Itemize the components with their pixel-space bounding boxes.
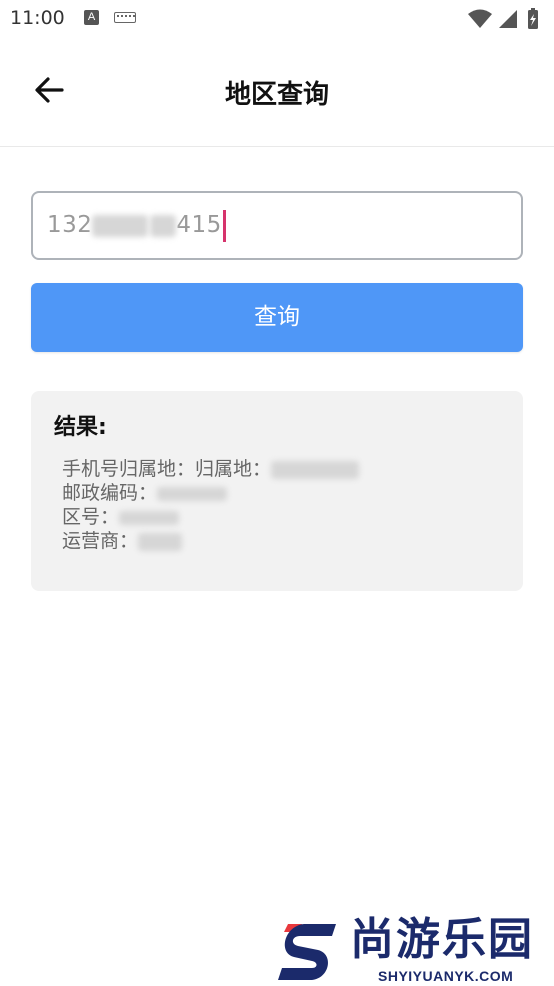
result-label: 区号： [62,506,120,528]
status-bar: 11:00 A [0,0,554,38]
result-line-area-code: 区号： [62,505,359,529]
phone-number-value: 132 415 [47,193,226,258]
wifi-icon [468,9,492,28]
a-icon: A [84,10,99,25]
watermark-url: SHYIYUANYK.COM [378,968,514,984]
battery-icon [528,8,538,29]
redacted-value [271,460,360,479]
redacted-value [157,486,228,501]
result-label: 运营商： [62,530,139,552]
phone-number-suffix: 415 [176,212,222,238]
watermark: 尚游乐园 SHYIYUANYK.COM [274,916,554,986]
text-caret [222,209,226,242]
result-label: 手机号归属地：归属地： [62,458,272,480]
redacted-value [138,532,183,551]
signal-icon [499,10,517,28]
redacted-digits [92,214,149,237]
result-card: 结果: 手机号归属地：归属地： 邮政编码： 区号： 运营商： [31,391,523,591]
result-line-postcode: 邮政编码： [62,481,359,505]
watermark-logo-icon [278,924,336,980]
result-title: 结果: [54,415,107,440]
app-bar: 地区查询 [0,38,554,147]
status-time: 11:00 [10,7,65,29]
query-button[interactable]: 查询 [31,283,523,352]
result-line-location: 手机号归属地：归属地： [62,457,360,481]
phone-number-prefix: 132 [47,212,93,238]
status-icons [468,8,538,29]
page-title: 地区查询 [224,80,329,110]
keyboard-icon [114,12,136,23]
redacted-digits [150,214,177,237]
watermark-text: 尚游乐园 [350,914,534,965]
result-label: 邮政编码： [62,482,158,504]
phone-number-input[interactable]: 132 415 [31,191,523,260]
result-lines: 手机号归属地：归属地： 邮政编码： 区号： 运营商： [62,457,360,553]
redacted-value [119,510,180,525]
result-line-carrier: 运营商： [62,529,359,553]
